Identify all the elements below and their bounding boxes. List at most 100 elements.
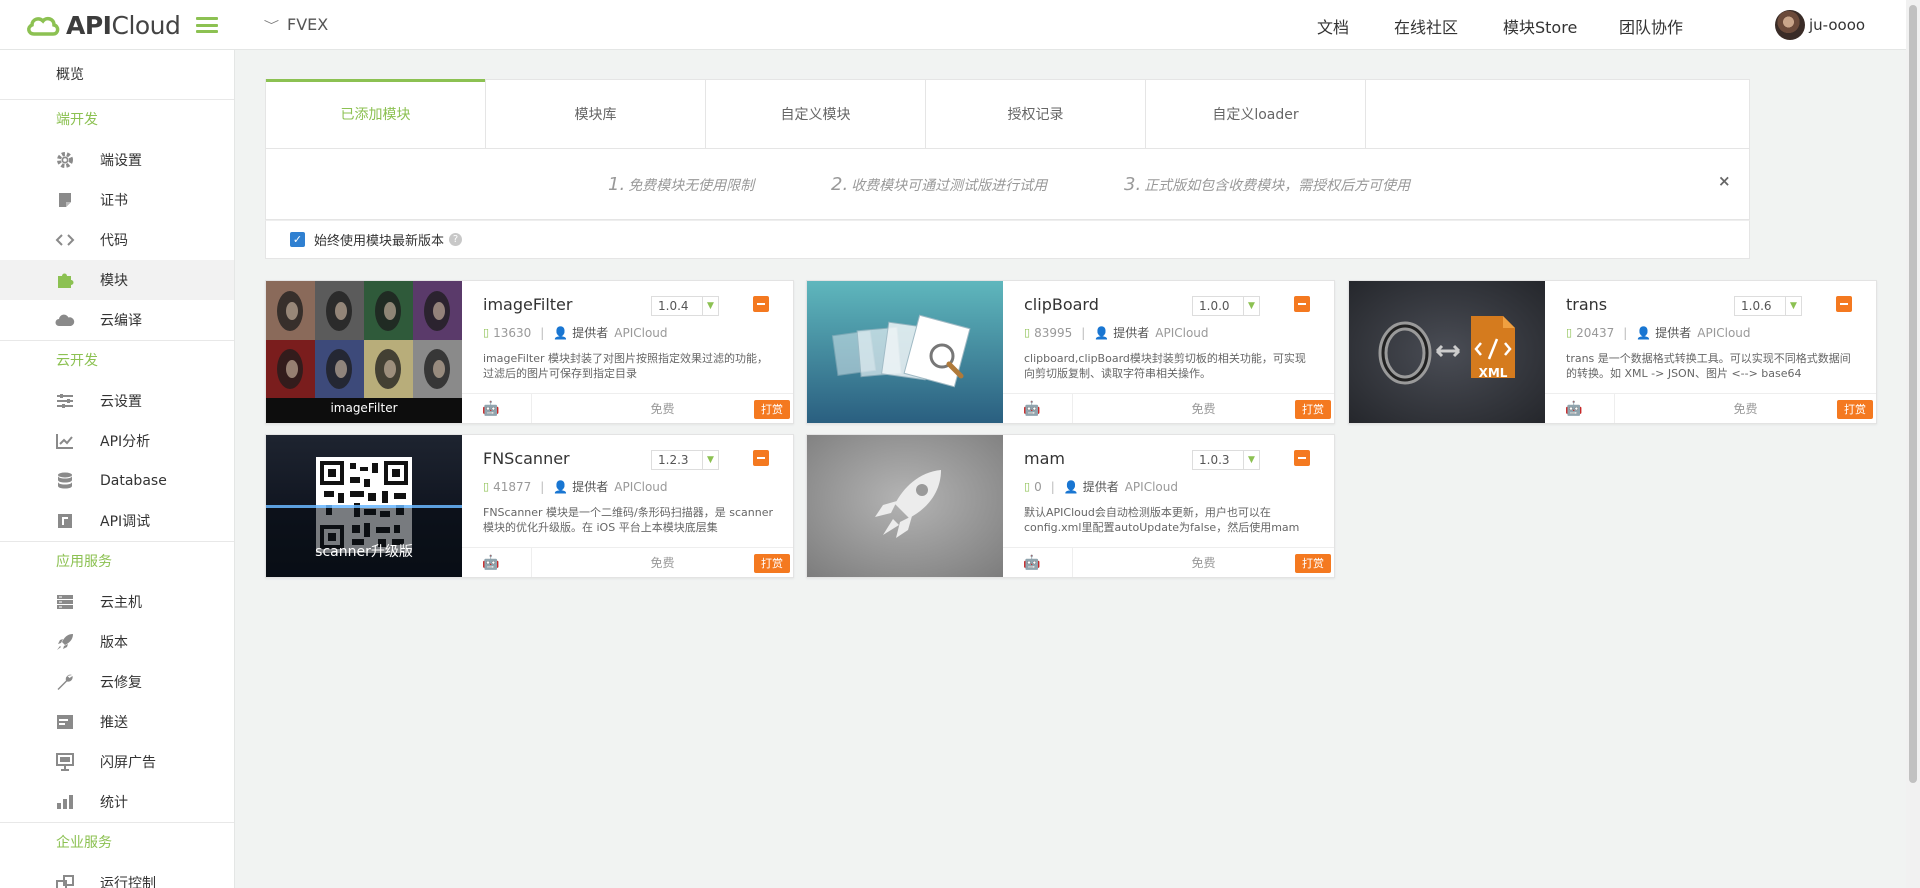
- remove-module-button[interactable]: [753, 450, 769, 466]
- remove-module-button[interactable]: [1294, 450, 1310, 466]
- sidebar-item-version[interactable]: 版本: [0, 622, 234, 662]
- bar-chart-icon: [54, 793, 76, 811]
- checkbox-label: 始终使用模块最新版本: [314, 234, 445, 249]
- control-icon: [54, 874, 76, 888]
- notice-item: 1. 免费模块无使用限制: [608, 174, 755, 195]
- platforms: 🤖: [462, 394, 532, 423]
- sidebar-section-title: 云开发: [56, 353, 98, 369]
- card-footer: 🤖 免费 打赏: [462, 547, 793, 577]
- sidebar-section-title: 端开发: [56, 112, 98, 128]
- code-icon: [54, 231, 76, 249]
- project-selector[interactable]: ﹀ FVEX: [263, 15, 329, 34]
- download-icon: ▯: [1566, 326, 1573, 339]
- download-icon: ▯: [483, 480, 490, 493]
- remove-module-button[interactable]: [753, 296, 769, 312]
- module-name: imageFilter: [483, 295, 573, 314]
- chevron-down-icon: ﹀: [263, 18, 280, 32]
- avatar: [1775, 10, 1805, 40]
- version-select[interactable]: 1.0.3 ▼: [1192, 450, 1260, 470]
- module-thumbnail[interactable]: [807, 435, 1003, 577]
- tab-added-modules[interactable]: 已添加模块: [266, 79, 486, 148]
- sidebar-item-cloud-compile[interactable]: 云编译: [0, 300, 234, 340]
- reward-button[interactable]: 打赏: [1837, 400, 1873, 419]
- debug-icon: [54, 512, 76, 530]
- sidebar-item-overview[interactable]: 概览: [0, 50, 234, 100]
- notice-item: 3. 正式版如包含收费模块，需授权后方可使用: [1124, 174, 1411, 195]
- wrench-icon: [54, 673, 76, 691]
- sidebar-item-cloud-settings[interactable]: 云设置: [0, 381, 234, 421]
- sidebar-item-run-control[interactable]: 运行控制: [0, 863, 234, 888]
- tab-module-library[interactable]: 模块库: [486, 80, 706, 148]
- gear-icon: [54, 151, 76, 169]
- module-thumbnail[interactable]: scanner升级版: [266, 435, 462, 577]
- reward-button[interactable]: 打赏: [1295, 400, 1331, 419]
- module-thumbnail[interactable]: [807, 281, 1003, 423]
- download-icon: ▯: [483, 326, 490, 339]
- sidebar-item-api-debug[interactable]: API调试: [0, 501, 234, 541]
- module-description: imageFilter 模块封装了对图片按照指定效果过滤的功能，过滤后的图片可保…: [483, 352, 768, 380]
- version-select[interactable]: 1.0.6 ▼: [1734, 296, 1802, 316]
- sidebar-item-cloud-host[interactable]: 云主机: [0, 582, 234, 622]
- latest-version-checkbox[interactable]: ✓: [290, 232, 305, 247]
- chart-line-icon: [54, 432, 76, 450]
- reward-button[interactable]: 打赏: [754, 400, 790, 419]
- chevron-down-icon: ▼: [1785, 297, 1801, 315]
- module-card-trans: XML trans 1.0.6 ▼ ▯ 20437 | 👤 提供者 APICloud tr…: [1348, 280, 1877, 424]
- sidebar-item-label: 云编译: [100, 313, 142, 329]
- chevron-down-icon: ▼: [702, 451, 718, 469]
- help-icon[interactable]: ?: [449, 233, 463, 246]
- sidebar-item-database[interactable]: Database: [0, 461, 234, 501]
- sidebar-item-label: API调试: [100, 514, 151, 530]
- menu-toggle-icon[interactable]: [196, 17, 218, 33]
- apicloud-logo[interactable]: APICloud: [26, 11, 181, 40]
- nav-community[interactable]: 在线社区: [1394, 14, 1458, 38]
- sidebar-item-label: 版本: [100, 635, 128, 651]
- nav-module-store[interactable]: 模块Store: [1503, 14, 1577, 38]
- sidebar-item-api-analysis[interactable]: API分析: [0, 421, 234, 461]
- server-icon: [54, 593, 76, 611]
- tab-custom-modules[interactable]: 自定义模块: [706, 80, 926, 148]
- platforms: 🤖: [1003, 394, 1073, 423]
- option-bar: ✓ 始终使用模块最新版本 ?: [265, 220, 1750, 259]
- nav-docs[interactable]: 文档: [1317, 14, 1349, 38]
- remove-module-button[interactable]: [1836, 296, 1852, 312]
- sidebar-item-statistics[interactable]: 统计: [0, 782, 234, 822]
- reward-button[interactable]: 打赏: [1295, 554, 1331, 573]
- top-bar: APICloud ﹀ FVEX 文档 在线社区 模块Store 团队协作 ju-…: [0, 0, 1920, 50]
- sidebar-item-label: 端设置: [100, 153, 142, 169]
- module-thumbnail[interactable]: imageFilter: [266, 281, 462, 423]
- reward-button[interactable]: 打赏: [754, 554, 790, 573]
- remove-module-button[interactable]: [1294, 296, 1310, 312]
- nav-team[interactable]: 团队协作: [1619, 14, 1683, 38]
- sidebar-item-label: 运行控制: [100, 876, 156, 888]
- sidebar-item-certificate[interactable]: 证书: [0, 180, 234, 220]
- tab-custom-loader[interactable]: 自定义loader: [1146, 80, 1366, 148]
- tab-license-records[interactable]: 授权记录: [926, 80, 1146, 148]
- version-select[interactable]: 1.0.4 ▼: [651, 296, 719, 316]
- database-icon: [54, 472, 76, 490]
- user-icon: 👤: [553, 325, 569, 340]
- sidebar-item-client-settings[interactable]: 端设置: [0, 140, 234, 180]
- thumbnail-caption: imageFilter: [330, 401, 398, 415]
- close-icon[interactable]: ×: [1718, 172, 1731, 190]
- version-select[interactable]: 1.2.3 ▼: [651, 450, 719, 470]
- sidebar-item-cloud-repair[interactable]: 云修复: [0, 662, 234, 702]
- sidebar-item-modules[interactable]: 模块: [0, 260, 234, 300]
- user-menu[interactable]: ju-oooo: [1775, 10, 1865, 40]
- sidebar-item-code[interactable]: 代码: [0, 220, 234, 260]
- download-icon: ▯: [1024, 480, 1031, 493]
- version-select[interactable]: 1.0.0 ▼: [1192, 296, 1260, 316]
- module-thumbnail[interactable]: XML: [1349, 281, 1545, 423]
- project-name: FVEX: [287, 15, 329, 34]
- sidebar-section-title: 企业服务: [56, 835, 112, 851]
- android-icon: 🤖: [482, 400, 500, 417]
- sidebar-item-push[interactable]: 推送: [0, 702, 234, 742]
- user-icon: 👤: [1636, 325, 1652, 340]
- sidebar-item-splash-ad[interactable]: 闪屏广告: [0, 742, 234, 782]
- module-meta: ▯ 41877 | 👤 提供者 APICloud: [483, 479, 668, 495]
- module-card-clipboard: clipBoard 1.0.0 ▼ ▯ 83995 | 👤 提供者 APICloud cl…: [806, 280, 1335, 424]
- cloud-icon: [54, 311, 76, 329]
- sidebar-item-label: API分析: [100, 434, 151, 450]
- module-description: clipboard,clipBoard模块封装剪切板的相关功能，可实现向剪切版复…: [1024, 352, 1306, 380]
- scrollbar-thumb[interactable]: [1909, 5, 1917, 783]
